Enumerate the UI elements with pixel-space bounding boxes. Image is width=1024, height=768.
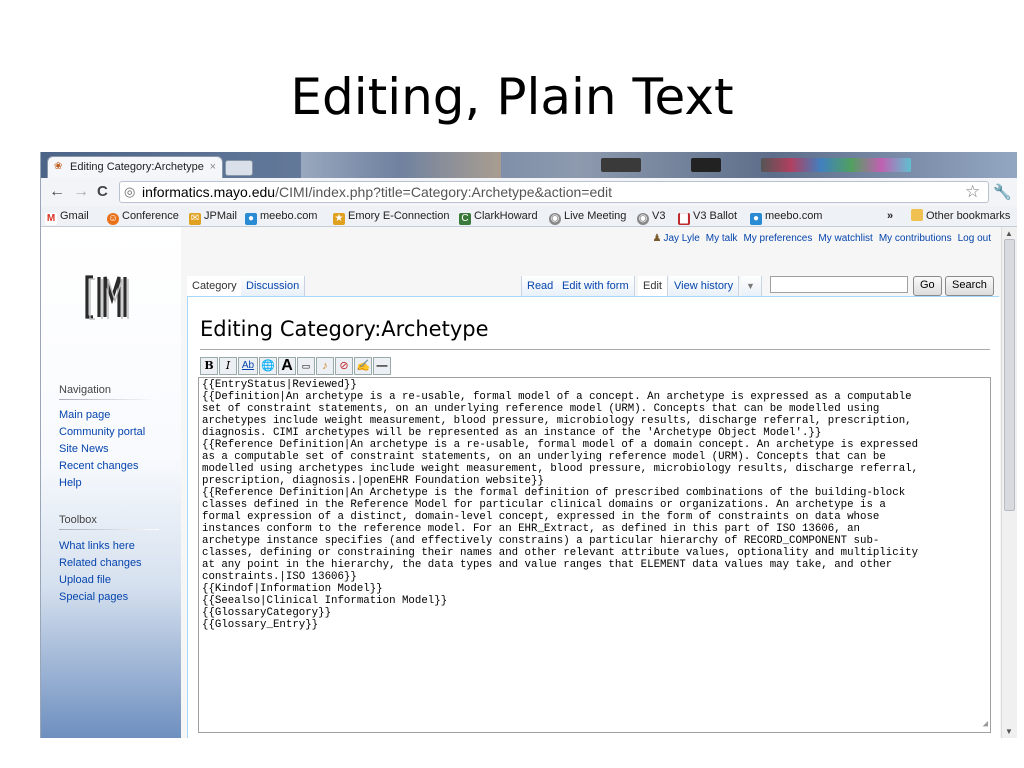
search-input[interactable] [770, 276, 908, 293]
meebo-icon: ● [245, 213, 257, 225]
nav-main-page[interactable]: Main page [59, 407, 110, 423]
v3-icon: ◉ [637, 213, 649, 225]
reload-icon[interactable]: C [97, 182, 108, 202]
signature-icon[interactable]: ✍ [354, 357, 372, 375]
slide-title: Editing, Plain Text [290, 68, 734, 126]
scrollbar-thumb[interactable] [1004, 239, 1015, 511]
nav-site-news[interactable]: Site News [59, 441, 109, 457]
jpmail-icon: ✉ [189, 213, 201, 225]
url-host: informatics.mayo.edu [142, 184, 276, 200]
bookmarks-bar: M Gmail ☺ Conference ✉ JPMail ● meebo.com ★ E… [41, 206, 1017, 227]
bookmark-meebo-2[interactable]: ● meebo.com [750, 206, 822, 226]
my-preferences-link[interactable]: My preferences [743, 233, 812, 244]
wikitext-content: {{EntryStatus|Reviewed}} {{Definition|An… [202, 379, 919, 631]
toolbox-heading: Toolbox [59, 514, 159, 530]
browser-window: ❀ Editing Category:Archetype × ← → C ◎ in… [40, 152, 1017, 738]
resize-grip-icon[interactable]: ◢ [983, 718, 988, 730]
browser-tab[interactable]: ❀ Editing Category:Archetype × [47, 156, 223, 178]
tab-title: Editing Category:Archetype [70, 161, 204, 173]
folder-icon [911, 209, 923, 221]
my-talk-link[interactable]: My talk [706, 233, 738, 244]
forward-icon[interactable]: → [73, 182, 89, 202]
url-path: /CIMI/index.php?title=Category:Archetype… [275, 184, 613, 200]
bookmark-v3-ballot[interactable]: ▇ V3 Ballot [678, 206, 737, 226]
clarkhoward-icon: C [459, 213, 471, 225]
media-icon[interactable]: ♪ [316, 357, 334, 375]
bookmark-gmail[interactable]: M Gmail [45, 206, 89, 226]
wiki-sidebar: Navigation Main page Community portal Si… [41, 227, 181, 738]
bookmark-clarkhoward[interactable]: C ClarkHoward [459, 206, 538, 226]
tab-strip: ❀ Editing Category:Archetype × [41, 152, 1017, 178]
tool-what-links-here[interactable]: What links here [59, 538, 135, 554]
tab-discussion[interactable]: Discussion [241, 276, 306, 296]
tab-category[interactable]: Category [187, 276, 243, 296]
image-icon[interactable]: ▭ [297, 357, 315, 375]
search-button[interactable]: Search [945, 276, 994, 296]
tool-related-changes[interactable]: Related changes [59, 555, 142, 571]
personal-links: ♟ Jay Lyle My talk My preferences My watchli… [646, 233, 991, 244]
page-content: Editing Category:Archetype B I Ab 🌐 A ▭ ♪ ⊘ ✍ — {… [187, 297, 1000, 738]
bookmark-jpmail[interactable]: ✉ JPMail [189, 206, 237, 226]
my-watchlist-link[interactable]: My watchlist [818, 233, 872, 244]
meebo-icon: ● [750, 213, 762, 225]
mediawiki-favicon-icon: ❀ [54, 161, 63, 172]
my-contributions-link[interactable]: My contributions [879, 233, 952, 244]
tab-edit[interactable]: Edit [638, 276, 668, 296]
bold-button[interactable]: B [200, 357, 218, 375]
internal-link-button[interactable]: Ab [238, 357, 258, 375]
headline-button[interactable]: A [278, 357, 296, 375]
log-out-link[interactable]: Log out [958, 233, 991, 244]
tab-read[interactable]: Read [521, 276, 560, 296]
nav-help[interactable]: Help [59, 475, 82, 491]
new-tab-button[interactable] [225, 160, 253, 176]
page-title: Editing Category:Archetype [200, 317, 489, 341]
v3-ballot-icon: ▇ [678, 213, 690, 225]
tool-special-pages[interactable]: Special pages [59, 589, 128, 605]
page-scrollbar[interactable]: ▲ ▼ [1001, 227, 1017, 738]
wikitext-editor[interactable]: {{EntryStatus|Reviewed}} {{Definition|An… [198, 377, 991, 733]
wiki-page: Navigation Main page Community portal Si… [41, 227, 1001, 738]
bookmark-v3[interactable]: ◉ V3 [637, 206, 665, 226]
conference-icon: ☺ [107, 213, 119, 225]
tab-edit-with-form[interactable]: Edit with form [557, 276, 635, 296]
user-name-link[interactable]: Jay Lyle [663, 233, 699, 244]
browser-toolbar: ← → C ◎ informatics.mayo.edu/CIMI/index.p… [41, 178, 1017, 206]
other-bookmarks-folder[interactable]: Other bookmarks [911, 206, 1010, 226]
page-info-icon[interactable]: ◎ [124, 182, 135, 202]
close-tab-icon[interactable]: × [210, 157, 216, 177]
wrench-menu-icon[interactable]: 🔧 [993, 183, 1012, 201]
go-button[interactable]: Go [913, 276, 942, 296]
actions-dropdown-icon[interactable]: ▼ [741, 276, 762, 296]
nav-community-portal[interactable]: Community portal [59, 424, 145, 440]
edit-toolbar: B I Ab 🌐 A ▭ ♪ ⊘ ✍ — [200, 357, 392, 377]
nav-recent-changes[interactable]: Recent changes [59, 458, 139, 474]
user-icon: ♟ [652, 233, 662, 244]
back-icon[interactable]: ← [49, 182, 65, 202]
tab-view-history[interactable]: View history [669, 276, 740, 296]
gmail-icon: M [45, 213, 57, 225]
emory-icon: ★ [333, 213, 345, 225]
address-bar[interactable]: ◎ informatics.mayo.edu/CIMI/index.php?tit… [119, 181, 989, 203]
nowiki-icon[interactable]: ⊘ [335, 357, 353, 375]
bookmark-live-meeting[interactable]: ◉ Live Meeting [549, 206, 626, 226]
live-meeting-icon: ◉ [549, 213, 561, 225]
italic-button[interactable]: I [219, 357, 237, 375]
cimi-logo[interactable] [79, 271, 145, 323]
scroll-down-icon[interactable]: ▼ [1005, 727, 1013, 736]
bookmark-emory[interactable]: ★ Emory E-Connection [333, 206, 450, 226]
globe-icon[interactable]: 🌐 [259, 357, 277, 375]
horizontal-line-icon[interactable]: — [373, 357, 391, 375]
bookmarks-overflow-chevron-icon[interactable]: » [887, 206, 893, 226]
scroll-up-icon[interactable]: ▲ [1005, 229, 1013, 238]
bookmark-conference[interactable]: ☺ Conference [107, 206, 179, 226]
tool-upload-file[interactable]: Upload file [59, 572, 111, 588]
bookmark-meebo[interactable]: ● meebo.com [245, 206, 317, 226]
bookmark-star-icon[interactable]: ☆ [965, 182, 980, 202]
navigation-heading: Navigation [59, 384, 159, 400]
